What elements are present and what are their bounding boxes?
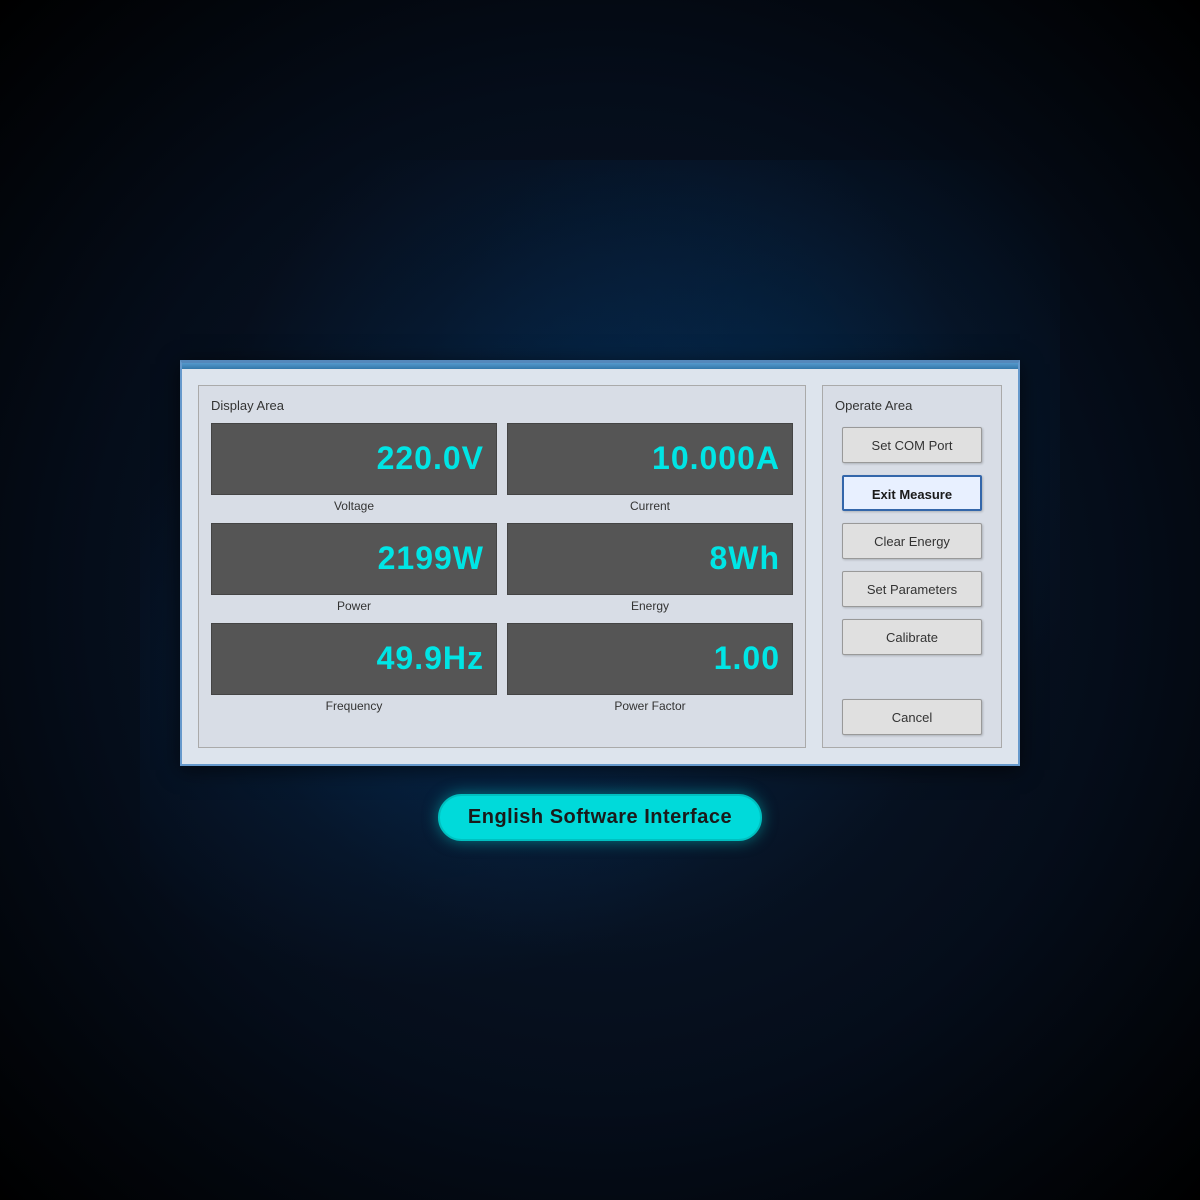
content-wrapper: Display Area 220.0V Voltage 10 [180, 360, 1020, 841]
metric-cell-current: 10.000A Current [507, 423, 793, 513]
outer-container: Display Area 220.0V Voltage 10 [140, 160, 1060, 1040]
metric-value-power-factor: 1.00 [714, 640, 780, 677]
display-area-title: Display Area [211, 398, 793, 413]
metric-cell-energy: 8Wh Energy [507, 523, 793, 613]
metric-value-current: 10.000A [652, 440, 780, 477]
metric-display-current: 10.000A [507, 423, 793, 495]
operate-area: Operate Area Set COM Port Exit Measure C… [822, 385, 1002, 748]
metric-value-power: 2199W [378, 540, 484, 577]
metric-label-energy: Energy [631, 599, 669, 613]
window-body: Display Area 220.0V Voltage 10 [182, 369, 1018, 764]
bottom-label: English Software Interface [438, 794, 762, 841]
exit-measure-button[interactable]: Exit Measure [842, 475, 982, 511]
metric-label-power-factor: Power Factor [614, 699, 685, 713]
app-window: Display Area 220.0V Voltage 10 [180, 360, 1020, 766]
metric-cell-power-factor: 1.00 Power Factor [507, 623, 793, 713]
metric-label-frequency: Frequency [326, 699, 383, 713]
clear-energy-button[interactable]: Clear Energy [842, 523, 982, 559]
display-area: Display Area 220.0V Voltage 10 [198, 385, 806, 748]
metric-cell-frequency: 49.9Hz Frequency [211, 623, 497, 713]
operate-area-title: Operate Area [835, 398, 989, 413]
metric-label-current: Current [630, 499, 670, 513]
metric-display-energy: 8Wh [507, 523, 793, 595]
calibrate-button[interactable]: Calibrate [842, 619, 982, 655]
metric-value-voltage: 220.0V [377, 440, 484, 477]
metric-display-frequency: 49.9Hz [211, 623, 497, 695]
metric-label-voltage: Voltage [334, 499, 374, 513]
metric-display-power-factor: 1.00 [507, 623, 793, 695]
cancel-button[interactable]: Cancel [842, 699, 982, 735]
metric-value-energy: 8Wh [709, 540, 780, 577]
metric-label-power: Power [337, 599, 371, 613]
operate-buttons: Set COM Port Exit Measure Clear Energy S… [835, 427, 989, 735]
metric-value-frequency: 49.9Hz [377, 640, 484, 677]
metric-cell-voltage: 220.0V Voltage [211, 423, 497, 513]
metric-cell-power: 2199W Power [211, 523, 497, 613]
metrics-grid: 220.0V Voltage 10.000A Current [211, 423, 793, 713]
set-com-port-button[interactable]: Set COM Port [842, 427, 982, 463]
metric-display-voltage: 220.0V [211, 423, 497, 495]
set-parameters-button[interactable]: Set Parameters [842, 571, 982, 607]
metric-display-power: 2199W [211, 523, 497, 595]
